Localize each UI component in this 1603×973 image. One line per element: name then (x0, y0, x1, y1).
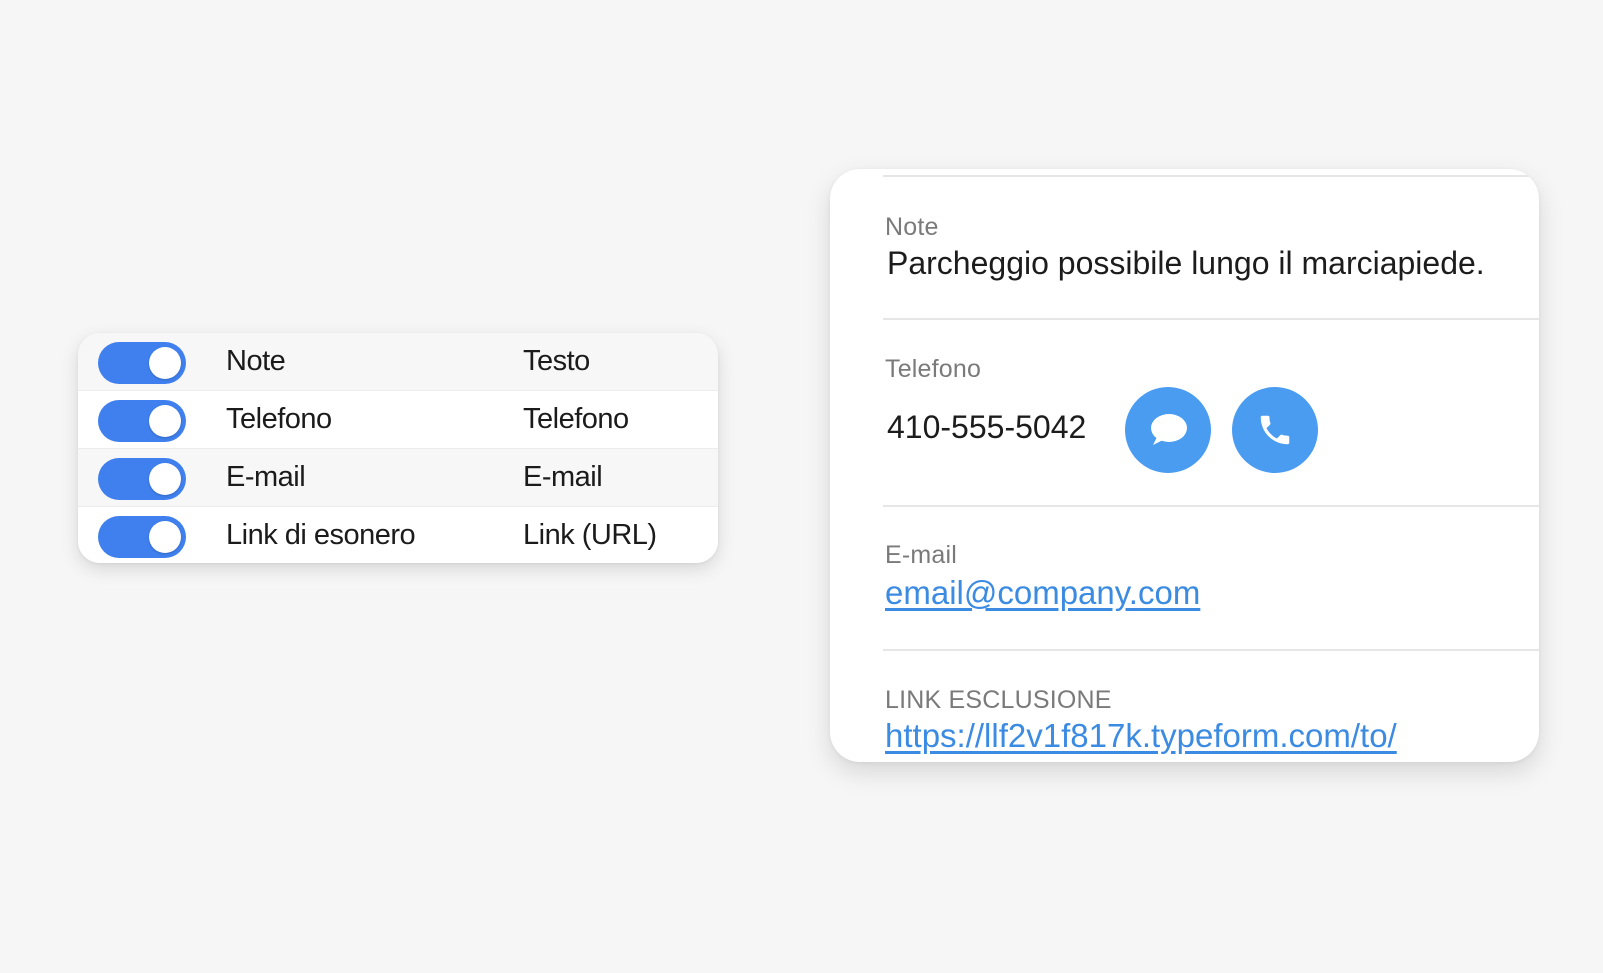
phone-value: 410-555-5042 (887, 409, 1087, 445)
field-type: Telefono (523, 403, 629, 435)
field-row-email: E-mail E-mail (78, 449, 718, 507)
field-type: Testo (523, 345, 590, 377)
toggle-note[interactable] (98, 342, 186, 384)
field-row-note: Note Testo (78, 333, 718, 391)
chat-bubble-icon (1147, 411, 1189, 449)
contact-detail-card: Note Parcheggio possibile lungo il marci… (830, 169, 1539, 762)
toggle-knob (149, 347, 181, 379)
field-name: Note (226, 345, 286, 377)
toggle-link-esonero[interactable] (98, 516, 186, 558)
toggle-knob (149, 405, 181, 437)
waiver-link-label: LINK ESCLUSIONE (885, 686, 1112, 714)
waiver-link[interactable]: https://llf2v1f817k.typeform.com/to/ (885, 717, 1397, 755)
email-link[interactable]: email@company.com (885, 574, 1200, 612)
email-label: E-mail (885, 541, 958, 569)
field-name: E-mail (226, 461, 306, 493)
fields-settings-card: Note Testo Telefono Telefono E-mail E-ma… (78, 333, 718, 563)
note-value: Parcheggio possibile lungo il marciapied… (887, 245, 1485, 281)
field-name: Link di esonero (226, 519, 416, 551)
divider (883, 175, 1539, 177)
call-button[interactable] (1232, 387, 1318, 473)
field-row-link-esonero: Link di esonero Link (URL) (78, 507, 718, 563)
divider (883, 649, 1539, 651)
phone-label: Telefono (885, 355, 982, 383)
field-type: E-mail (523, 461, 603, 493)
toggle-knob (149, 521, 181, 553)
toggle-knob (149, 463, 181, 495)
note-label: Note (885, 213, 939, 241)
field-name: Telefono (226, 403, 332, 435)
message-button[interactable] (1125, 387, 1211, 473)
phone-icon (1256, 411, 1294, 449)
field-row-telefono: Telefono Telefono (78, 391, 718, 449)
divider (883, 318, 1539, 320)
toggle-telefono[interactable] (98, 400, 186, 442)
toggle-email[interactable] (98, 458, 186, 500)
divider (883, 505, 1539, 507)
field-type: Link (URL) (523, 519, 657, 551)
